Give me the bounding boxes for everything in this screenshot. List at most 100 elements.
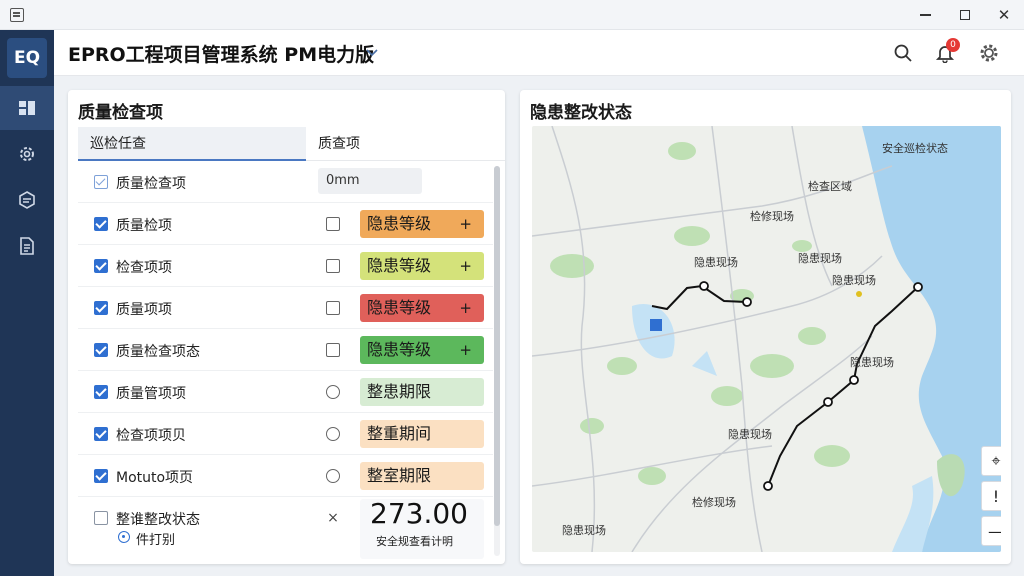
tag-label: 隐患等级 bbox=[367, 214, 432, 233]
row-label: 整谁整改状态 bbox=[116, 512, 200, 528]
row-toggle-checkbox[interactable] bbox=[326, 217, 340, 231]
row-label: 检查项项 bbox=[116, 260, 172, 276]
minimize-button[interactable] bbox=[914, 4, 936, 26]
row-toggle-checkbox[interactable] bbox=[326, 343, 340, 357]
close-button[interactable]: ✕ bbox=[993, 4, 1015, 26]
map-alert-button[interactable]: ! bbox=[981, 481, 1001, 511]
document-icon bbox=[20, 237, 34, 255]
row-checkbox[interactable] bbox=[94, 385, 108, 399]
list-scrollbar[interactable] bbox=[494, 166, 500, 556]
row-checkbox[interactable] bbox=[94, 259, 108, 273]
stat-value: 273.00 bbox=[370, 497, 468, 530]
page-title[interactable]: EPRO工程项目管理系统 PM电力版 bbox=[68, 40, 374, 67]
list-item[interactable]: 质量检查项态 隐患等级 + bbox=[78, 329, 493, 371]
row-label: 质量检项 bbox=[116, 218, 172, 234]
settings-gear-icon bbox=[20, 147, 34, 161]
left-nav-rail: EQ bbox=[0, 30, 54, 576]
alert-icon: ! bbox=[992, 486, 1000, 506]
list-item[interactable]: 质量检项 隐患等级 + bbox=[78, 203, 493, 245]
map-zoom-out-button[interactable]: — bbox=[981, 516, 1001, 546]
plus-icon[interactable]: + bbox=[459, 210, 472, 238]
map-label: 检查区域 bbox=[808, 180, 852, 193]
search-icon bbox=[894, 44, 912, 62]
dashboard-icon bbox=[19, 101, 35, 115]
map-canvas[interactable] bbox=[532, 126, 1001, 552]
map-label: 安全巡检状态 bbox=[882, 142, 948, 155]
plus-icon[interactable]: + bbox=[459, 336, 472, 364]
cube-icon bbox=[19, 191, 35, 209]
row-label: 质量管项项 bbox=[116, 386, 186, 402]
row-checkbox[interactable] bbox=[94, 175, 108, 189]
gear-icon bbox=[980, 44, 998, 62]
deadline-tag[interactable]: 整患期限 bbox=[360, 378, 484, 406]
rail-item-cube[interactable] bbox=[0, 178, 54, 222]
maximize-button[interactable] bbox=[954, 4, 976, 26]
row-toggle-checkbox[interactable] bbox=[326, 259, 340, 273]
row-label: Motuto项页 bbox=[116, 470, 194, 486]
radio-selected-icon[interactable] bbox=[118, 531, 130, 543]
tag-label: 隐患等级 bbox=[367, 340, 432, 359]
app-logo[interactable]: EQ bbox=[7, 38, 47, 78]
tab-bar: 巡检任查 质查项 bbox=[78, 127, 505, 161]
settings-button[interactable] bbox=[976, 40, 1002, 66]
hazard-level-tag[interactable]: 隐患等级 + bbox=[360, 210, 484, 238]
row-checkbox[interactable] bbox=[94, 511, 108, 525]
map-view[interactable]: 安全巡检状态 检查区域 检修现场 隐患现场 隐患现场 隐患现场 隐患现场 隐患现… bbox=[532, 126, 1001, 552]
row-radio[interactable] bbox=[326, 427, 340, 441]
value-field[interactable]: 0mm bbox=[318, 168, 422, 194]
list-item[interactable]: 检查项项 隐患等级 + bbox=[78, 245, 493, 287]
row-sub-label: 件打别 bbox=[136, 533, 176, 548]
map-label: 隐患现场 bbox=[728, 428, 772, 441]
row-radio[interactable] bbox=[326, 385, 340, 399]
search-button[interactable] bbox=[890, 40, 916, 66]
row-radio[interactable] bbox=[326, 469, 340, 483]
zoom-out-icon: — bbox=[988, 522, 1001, 541]
list-item[interactable]: Motuto项页 整室期限 bbox=[78, 455, 493, 497]
app-window-icon bbox=[10, 8, 24, 22]
row-checkbox[interactable] bbox=[94, 301, 108, 315]
list-item[interactable]: 质量检查项 0mm bbox=[78, 161, 493, 203]
map-label: 隐患现场 bbox=[694, 256, 738, 269]
deadline-tag[interactable]: 整重期间 bbox=[360, 420, 484, 448]
rail-item-document[interactable] bbox=[0, 224, 54, 268]
tab-quality-items[interactable]: 质查项 bbox=[306, 127, 505, 161]
panel-title: 隐患整改状态 bbox=[530, 103, 632, 123]
hazard-level-tag[interactable]: 隐患等级 + bbox=[360, 336, 484, 364]
rail-item-dashboard[interactable] bbox=[0, 86, 54, 130]
close-icon[interactable]: × bbox=[326, 511, 340, 525]
notifications-button[interactable]: 0 bbox=[932, 38, 960, 66]
row-label: 质量检查项态 bbox=[116, 344, 200, 360]
quality-check-panel: 质量检查项 巡检任查 质查项 质量检查项 0mm 质量检项 隐患等级 + 检查项项… bbox=[68, 90, 505, 564]
app-header: EPRO工程项目管理系统 PM电力版 0 bbox=[54, 30, 1024, 76]
map-label: 隐患现场 bbox=[850, 356, 894, 369]
map-label: 检修现场 bbox=[692, 496, 736, 509]
row-checkbox[interactable] bbox=[94, 469, 108, 483]
rail-item-settings[interactable] bbox=[0, 132, 54, 176]
tab-inspection-task[interactable]: 巡检任查 bbox=[78, 127, 306, 161]
row-checkbox[interactable] bbox=[94, 343, 108, 357]
plus-icon[interactable]: + bbox=[459, 252, 472, 280]
list-item[interactable]: 整谁整改状态 件打别 × 273.00 安全规查看计明 bbox=[78, 497, 493, 561]
list-item[interactable]: 质量项项 隐患等级 + bbox=[78, 287, 493, 329]
notification-badge: 0 bbox=[946, 38, 960, 52]
row-label: 检查项项贝 bbox=[116, 428, 186, 444]
map-label: 检修现场 bbox=[750, 210, 794, 223]
row-checkbox[interactable] bbox=[94, 217, 108, 231]
chevron-down-icon[interactable] bbox=[364, 44, 380, 60]
hazard-level-tag[interactable]: 隐患等级 + bbox=[360, 294, 484, 322]
tag-label: 隐患等级 bbox=[367, 256, 432, 275]
list-item[interactable]: 质量管项项 整患期限 bbox=[78, 371, 493, 413]
window-titlebar: ✕ bbox=[0, 0, 1024, 30]
map-label: 隐患现场 bbox=[798, 252, 842, 265]
row-toggle-checkbox[interactable] bbox=[326, 301, 340, 315]
plus-icon[interactable]: + bbox=[459, 294, 472, 322]
hazard-level-tag[interactable]: 隐患等级 + bbox=[360, 252, 484, 280]
deadline-tag[interactable]: 整室期限 bbox=[360, 462, 484, 490]
location-marker-icon[interactable] bbox=[650, 319, 662, 331]
row-checkbox[interactable] bbox=[94, 427, 108, 441]
scrollbar-thumb[interactable] bbox=[494, 166, 500, 526]
map-label: 隐患现场 bbox=[832, 274, 876, 287]
row-label: 质量检查项 bbox=[116, 176, 186, 192]
map-locate-button[interactable]: ⌖ bbox=[981, 446, 1001, 476]
list-item[interactable]: 检查项项贝 整重期间 bbox=[78, 413, 493, 455]
